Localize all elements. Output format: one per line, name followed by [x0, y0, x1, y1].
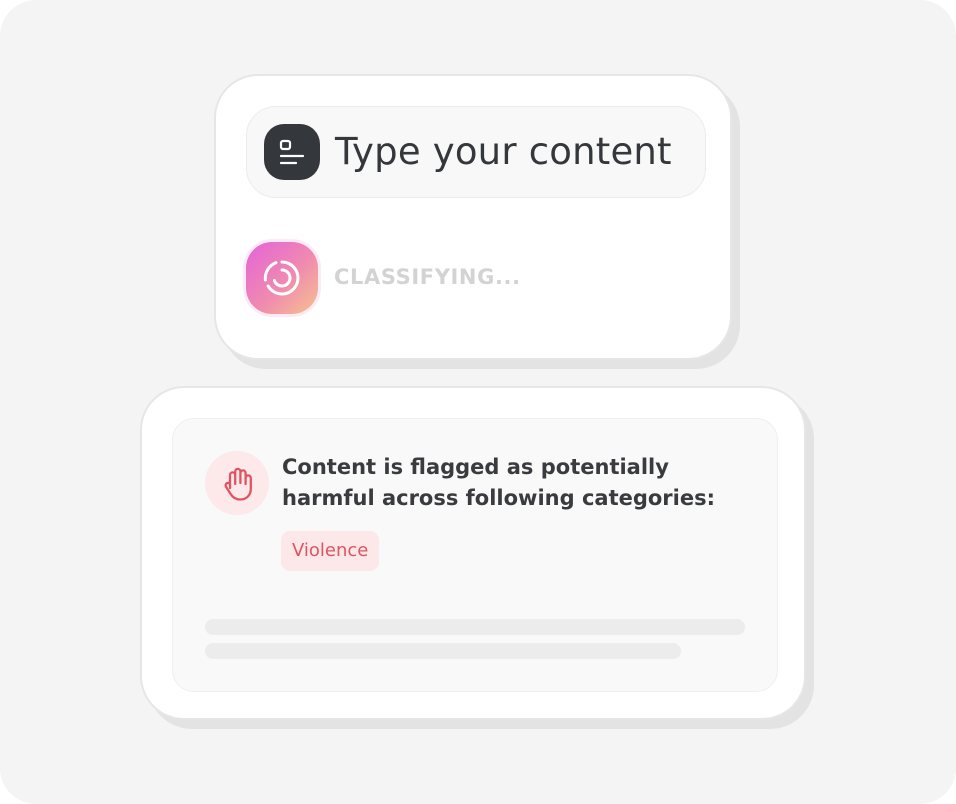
- spinner-icon: [246, 242, 318, 314]
- classifying-status: CLASSIFYING...: [334, 265, 521, 289]
- content-input[interactable]: Type your content: [246, 106, 706, 198]
- flag-message: Content is flagged as potentially harmfu…: [282, 455, 716, 510]
- canvas-background: Type your content CLASSIFYING... Content…: [0, 0, 956, 804]
- placeholder-line: [205, 619, 745, 635]
- result-card: Content is flagged as potentially harmfu…: [140, 386, 806, 720]
- category-tag: Violence: [281, 531, 380, 571]
- raised-hand-icon: [205, 451, 269, 515]
- result-panel: Content is flagged as potentially harmfu…: [172, 418, 778, 692]
- input-card: Type your content CLASSIFYING...: [214, 74, 732, 360]
- placeholder-line: [205, 643, 681, 659]
- content-input-placeholder: Type your content: [335, 130, 672, 173]
- text-document-icon: [264, 124, 320, 180]
